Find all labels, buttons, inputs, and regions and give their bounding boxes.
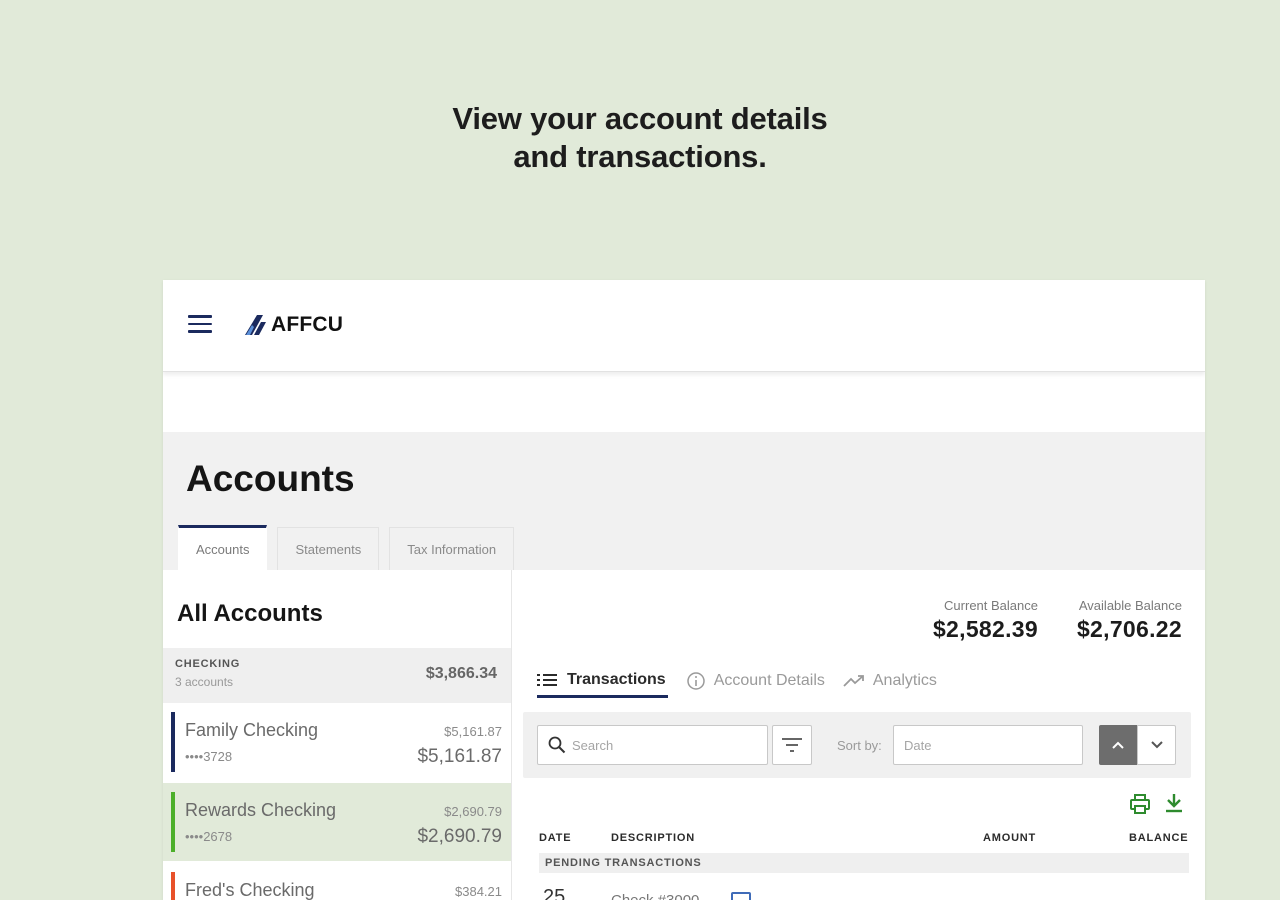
available-balance-label: Available Balance (1078, 598, 1182, 613)
tab-accounts[interactable]: Accounts (178, 525, 268, 570)
account-small-balance: $2,690.79 (444, 804, 502, 819)
account-detail-panel: Current Balance $2,582.39 Available Bala… (513, 570, 1205, 900)
subtab-label: Account Details (713, 672, 825, 689)
account-number: ••••3728 (185, 749, 233, 764)
sort-label: Sort by: (837, 738, 882, 753)
search-input[interactable] (572, 737, 752, 753)
notice-area (163, 380, 1205, 432)
account-item-freds-checking[interactable]: Fred's Checking $384.21 (163, 863, 511, 900)
subtab-label: Transactions (567, 670, 666, 688)
account-color-bar (171, 872, 175, 900)
subtab-transactions[interactable]: Transactions (537, 664, 668, 698)
available-balance-value: $2,706.22 (1076, 616, 1182, 642)
account-group-checking[interactable]: CHECKING 3 accounts $3,866.34 (163, 648, 511, 703)
page-header: Accounts Accounts Statements Tax Informa… (163, 432, 1205, 570)
account-name: Fred's Checking (185, 880, 315, 900)
account-name: Family Checking (185, 720, 319, 740)
download-icon[interactable] (1163, 792, 1185, 814)
group-count: 3 accounts (175, 675, 234, 689)
column-date[interactable]: DATE (539, 832, 571, 844)
account-small-balance: $5,161.87 (444, 724, 502, 739)
column-amount[interactable]: AMOUNT (983, 832, 1036, 844)
account-balance: $5,161.87 (417, 746, 502, 767)
page-title: Accounts (186, 458, 355, 499)
column-balance[interactable]: BALANCE (1129, 832, 1188, 844)
pending-transactions-header: PENDING TRANSACTIONS (539, 853, 1189, 873)
tab-statements[interactable]: Statements (277, 527, 380, 570)
current-balance: Current Balance $2,582.39 (933, 598, 1038, 643)
subtab-label: Analytics (872, 672, 937, 689)
brand-logo[interactable]: AFFCU (243, 312, 343, 338)
tab-tax-information[interactable]: Tax Information (389, 527, 515, 570)
search-icon (548, 736, 566, 754)
account-item-rewards-checking[interactable]: Rewards Checking ••••2678 $2,690.79 $2,6… (163, 783, 511, 861)
sidebar-title: All Accounts (177, 600, 323, 627)
page-tabs: Accounts Statements Tax Information (178, 525, 524, 570)
transactions-toolbar: Sort by: Date (523, 712, 1191, 778)
app-window: AFFCU Accounts Accounts Statements Tax I… (163, 280, 1205, 900)
available-balance: Available Balance $2,706.22 (1077, 598, 1182, 643)
subtab-analytics[interactable]: Analytics (843, 664, 937, 698)
current-balance-value: $2,582.39 (932, 616, 1038, 642)
hamburger-menu-icon[interactable] (188, 315, 212, 333)
sort-descending-button[interactable] (1137, 725, 1176, 765)
transaction-date: 25 (543, 886, 566, 900)
chevron-down-icon (1150, 741, 1163, 749)
brand-name: AFFCU (271, 313, 344, 336)
account-color-bar (171, 792, 175, 852)
promo-headline: View your account details and transactio… (0, 100, 1280, 176)
list-icon (537, 673, 557, 686)
account-name: Rewards Checking (185, 800, 337, 820)
account-balance: $2,690.79 (417, 826, 502, 847)
sort-select[interactable]: Date (893, 725, 1083, 765)
chevron-up-icon (1112, 741, 1124, 749)
affcu-logo-icon (245, 315, 266, 335)
account-color-bar (171, 712, 175, 772)
check-image-icon[interactable] (731, 892, 751, 900)
subtab-account-details[interactable]: Account Details (686, 664, 825, 698)
account-small-balance: $384.21 (455, 884, 502, 899)
search-field[interactable] (537, 725, 768, 765)
top-bar: AFFCU (163, 280, 1205, 372)
current-balance-label: Current Balance (944, 598, 1038, 613)
column-description[interactable]: DESCRIPTION (611, 832, 695, 844)
transaction-description[interactable]: Check #3000 (611, 892, 699, 900)
detail-subtabs: Transactions Account Details Analytics (537, 664, 955, 702)
accounts-sidebar: All Accounts CHECKING 3 accounts $3,866.… (163, 570, 512, 900)
pending-label: PENDING TRANSACTIONS (545, 857, 702, 869)
print-icon[interactable] (1129, 793, 1151, 815)
account-item-family-checking[interactable]: Family Checking ••••3728 $5,161.87 $5,16… (163, 703, 511, 781)
group-label: CHECKING (175, 658, 241, 670)
sort-ascending-button[interactable] (1099, 725, 1137, 765)
filter-button[interactable] (772, 725, 812, 765)
headline-line-2: and transactions. (513, 139, 767, 174)
group-total: $3,866.34 (425, 665, 497, 682)
headline-line-1: View your account details (452, 101, 828, 136)
account-number: ••••2678 (185, 829, 233, 844)
info-icon (686, 672, 705, 690)
trend-icon (843, 675, 864, 687)
filter-icon (782, 738, 802, 752)
